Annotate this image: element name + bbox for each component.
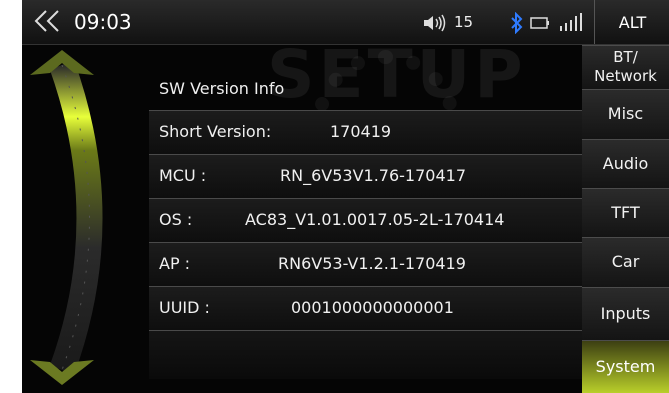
- nav-inputs[interactable]: Inputs: [582, 287, 669, 340]
- nav-label: Audio: [602, 154, 649, 173]
- back-icon[interactable]: [32, 8, 66, 34]
- nav-car[interactable]: Car: [582, 237, 669, 287]
- nav-audio[interactable]: Audio: [582, 139, 669, 188]
- bluetooth-icon: [511, 12, 523, 34]
- alt-button[interactable]: ALT: [594, 0, 669, 44]
- nav-label: Inputs: [600, 304, 651, 323]
- panel-title-row: SW Version Info: [149, 67, 582, 111]
- nav-label: Network: [594, 67, 657, 85]
- screen: 09:03 15 ALT SETUP SW Version Info Short…: [22, 0, 669, 393]
- info-row-os: OS : AC83_V1.01.0017.05-2L-170414: [149, 199, 582, 243]
- nav-label: Misc: [607, 104, 644, 123]
- row-label: MCU :: [159, 166, 207, 185]
- info-row-mcu: MCU : RN_6V53V1.76-170417: [149, 155, 582, 199]
- empty-row: [149, 331, 582, 379]
- nav-tft[interactable]: TFT: [582, 188, 669, 237]
- sw-version-panel: SW Version Info Short Version: 170419 MC…: [149, 67, 582, 393]
- nav-bt-network[interactable]: BT/ Network: [582, 45, 669, 89]
- info-row-ap: AP : RN6V53-V1.2.1-170419: [149, 243, 582, 287]
- row-label: AP :: [159, 254, 191, 273]
- row-label: Short Version:: [159, 122, 272, 141]
- nav-label: BT/: [613, 48, 638, 66]
- nav-label: System: [595, 357, 656, 376]
- nav-label: TFT: [611, 203, 640, 222]
- nav-label: Car: [611, 252, 640, 271]
- row-label: OS :: [159, 210, 193, 229]
- row-value: RN6V53-V1.2.1-170419: [278, 254, 466, 273]
- row-value: AC83_V1.01.0017.05-2L-170414: [245, 210, 505, 229]
- row-value: 170419: [330, 122, 392, 141]
- clock: 09:03: [74, 10, 132, 34]
- panel-title: SW Version Info: [159, 79, 285, 98]
- nav-misc[interactable]: Misc: [582, 89, 669, 139]
- volume-icon[interactable]: [422, 13, 452, 33]
- settings-sidebar: BT/ Network Misc Audio TFT Car Inputs Sy…: [582, 45, 669, 393]
- signal-icon: [560, 13, 582, 31]
- row-label: UUID :: [159, 298, 210, 317]
- battery-icon: [530, 17, 549, 29]
- info-row-short-version: Short Version: 170419: [149, 111, 582, 155]
- volume-level: 15: [454, 13, 474, 31]
- scroll-arc-decoration[interactable]: [22, 45, 147, 393]
- row-value: RN_6V53V1.76-170417: [280, 166, 466, 185]
- info-row-uuid: UUID : 0001000000000001: [149, 287, 582, 331]
- row-value: 0001000000000001: [291, 298, 454, 317]
- nav-system[interactable]: System: [582, 340, 669, 393]
